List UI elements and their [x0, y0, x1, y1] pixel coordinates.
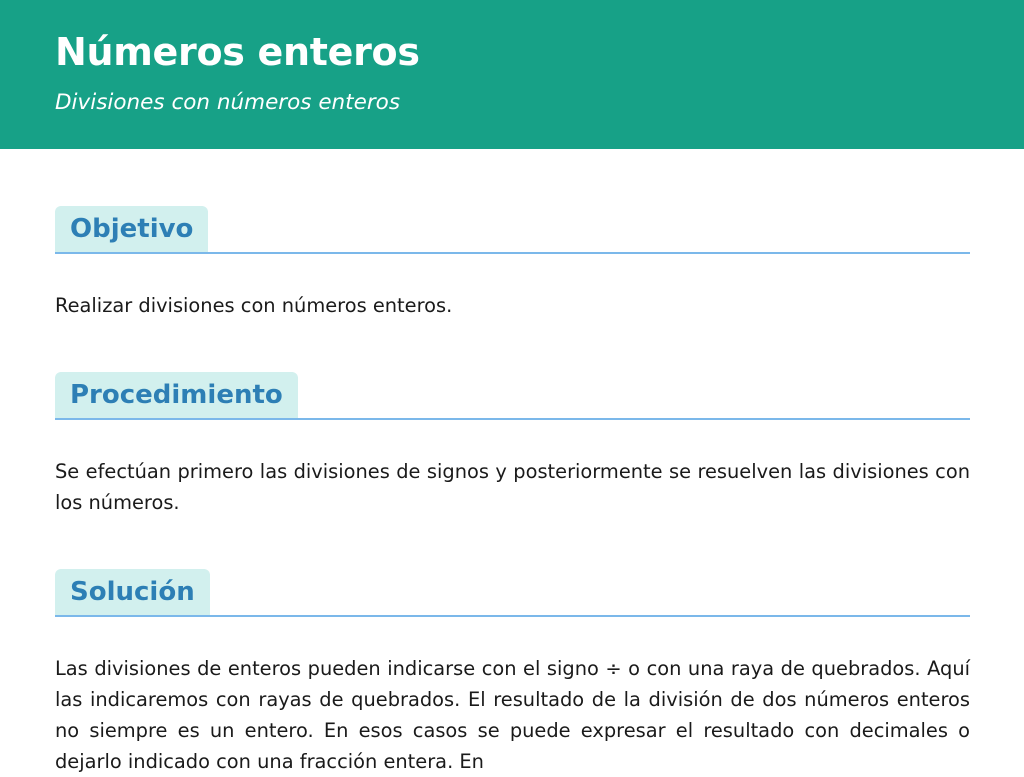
section-text: Se efectúan primero las divisiones de si…: [55, 460, 970, 514]
section-solucion: Solución Las divisiones de enteros puede…: [55, 567, 970, 777]
page-title: Números enteros: [55, 30, 420, 74]
section-text: Las divisiones de enteros pueden indicar…: [55, 657, 970, 773]
section-heading-bar: Procedimiento: [55, 370, 970, 420]
section-procedimiento: Procedimiento Se efectúan primero las di…: [55, 370, 970, 518]
section-heading: Objetivo: [55, 206, 209, 252]
page-subtitle: Divisiones con números enteros: [55, 90, 401, 115]
section-heading-bar: Solución: [55, 567, 970, 617]
section-text: Realizar divisiones con números enteros.: [55, 294, 453, 317]
section-heading: Solución: [55, 569, 210, 615]
page-header: Números enteros Divisiones con números e…: [0, 0, 1024, 149]
section-objetivo: Objetivo Realizar divisiones con números…: [55, 204, 970, 321]
section-heading: Procedimiento: [55, 372, 298, 418]
section-heading-bar: Objetivo: [55, 204, 970, 254]
